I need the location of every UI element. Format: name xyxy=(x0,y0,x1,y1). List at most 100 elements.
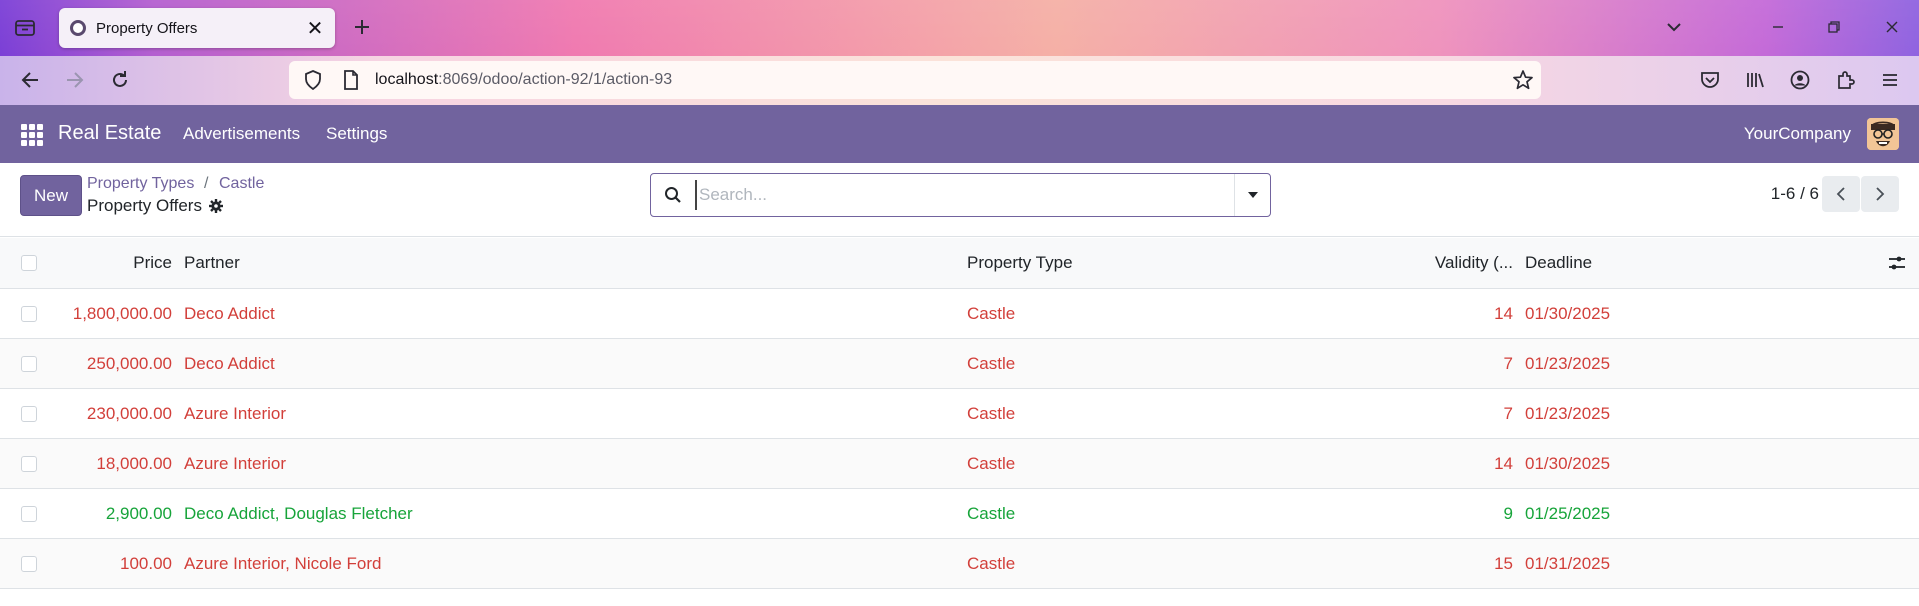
restore-icon[interactable] xyxy=(1818,12,1850,42)
column-header-deadline[interactable]: Deadline xyxy=(1525,238,1725,288)
pocket-icon[interactable] xyxy=(1695,65,1725,95)
url-bar[interactable]: localhost:8069/odoo/action-92/1/action-9… xyxy=(289,61,1541,99)
cell-partner: Azure Interior xyxy=(184,453,287,473)
cell-property-type: Castle xyxy=(967,403,1016,423)
new-button[interactable]: New xyxy=(20,175,82,216)
cell-property-type: Castle xyxy=(967,303,1016,323)
cell-deadline: 01/25/2025 xyxy=(1525,503,1611,523)
cell-property-type: Castle xyxy=(967,353,1016,373)
gear-icon[interactable] xyxy=(208,198,224,214)
cell-price: 18,000.00 xyxy=(96,453,172,473)
row-checkbox[interactable] xyxy=(21,439,37,488)
apps-grid-icon[interactable] xyxy=(21,124,43,146)
cell-validity: 14 xyxy=(1494,453,1513,473)
cell-partner: Deco Addict, Douglas Fletcher xyxy=(184,503,413,523)
row-checkbox[interactable] xyxy=(21,289,37,338)
search-input[interactable] xyxy=(695,180,1234,210)
cell-price: 250,000.00 xyxy=(86,353,172,373)
optional-columns-icon[interactable] xyxy=(1885,238,1909,288)
breadcrumb-current: Property Offers xyxy=(87,196,224,216)
cell-validity: 15 xyxy=(1494,553,1513,573)
search-box[interactable] xyxy=(650,173,1271,217)
cell-price: 100.00 xyxy=(120,553,172,573)
odoo-main-navbar: Real Estate Advertisements Settings Your… xyxy=(0,105,1919,163)
favicon-icon xyxy=(70,20,86,36)
chevron-right-icon[interactable] xyxy=(1861,176,1899,212)
breadcrumb-property-types[interactable]: Property Types xyxy=(87,175,194,193)
close-icon[interactable]: ✕ xyxy=(301,14,329,42)
extensions-icon[interactable] xyxy=(1830,65,1860,95)
cell-price: 230,000.00 xyxy=(86,403,172,423)
offers-list: Price Partner Property Type Validity (..… xyxy=(0,238,1919,589)
avatar[interactable] xyxy=(1867,118,1899,150)
cell-deadline: 01/31/2025 xyxy=(1525,553,1611,573)
star-icon[interactable] xyxy=(1511,68,1535,92)
cell-validity: 7 xyxy=(1503,353,1513,373)
row-checkbox[interactable] xyxy=(21,489,37,538)
cell-property-type: Castle xyxy=(967,553,1016,573)
url-text[interactable]: localhost:8069/odoo/action-92/1/action-9… xyxy=(375,71,672,89)
window-close-icon[interactable] xyxy=(1876,12,1908,42)
company-switcher[interactable]: YourCompany xyxy=(1744,124,1851,144)
table-row[interactable]: 2,900.00 Deco Addict, Douglas Fletcher Cas… xyxy=(0,489,1919,539)
cell-price: 2,900.00 xyxy=(105,503,172,523)
browser-navbar: localhost:8069/odoo/action-92/1/action-9… xyxy=(0,56,1919,105)
table-row[interactable]: 230,000.00 Azure Interior Castle 7 01/23/202… xyxy=(0,389,1919,439)
minimize-icon[interactable] xyxy=(1762,12,1794,42)
forward-icon[interactable] xyxy=(60,65,90,95)
pager-value[interactable]: 1-6 / 6 xyxy=(1771,184,1819,204)
row-checkbox[interactable] xyxy=(21,389,37,438)
cell-deadline: 01/23/2025 xyxy=(1525,403,1611,423)
cell-partner: Deco Addict xyxy=(184,303,275,323)
page-title: Property Offers xyxy=(87,196,202,215)
row-checkbox[interactable] xyxy=(21,539,37,588)
cell-partner: Azure Interior xyxy=(184,403,287,423)
app-brand[interactable]: Real Estate xyxy=(58,122,161,145)
chevron-left-icon[interactable] xyxy=(1822,176,1860,212)
cell-deadline: 01/23/2025 xyxy=(1525,353,1611,373)
cell-validity: 9 xyxy=(1503,503,1513,523)
breadcrumb-castle[interactable]: Castle xyxy=(219,175,264,193)
table-row[interactable]: 1,800,000.00 Deco Addict Castle 14 01/30/202… xyxy=(0,289,1919,339)
column-header-validity[interactable]: Validity (... xyxy=(1380,238,1513,288)
url-path: :8069/odoo/action-92/1/action-93 xyxy=(438,71,673,88)
cell-deadline: 01/30/2025 xyxy=(1525,453,1611,473)
cell-property-type: Castle xyxy=(967,453,1016,473)
cell-partner: Azure Interior, Nicole Ford xyxy=(184,553,382,573)
back-icon[interactable] xyxy=(15,65,45,95)
breadcrumb-separator: / xyxy=(204,175,209,192)
cell-validity: 14 xyxy=(1494,303,1513,323)
select-all-checkbox[interactable] xyxy=(21,238,37,288)
cell-deadline: 01/30/2025 xyxy=(1525,303,1611,323)
page-icon[interactable] xyxy=(339,68,363,92)
url-host: localhost xyxy=(375,71,439,88)
column-header-partner[interactable]: Partner xyxy=(184,238,944,288)
table-row[interactable]: 250,000.00 Deco Addict Castle 7 01/23/2025 xyxy=(0,339,1919,389)
table-row[interactable]: 100.00 Azure Interior, Nicole Ford Castle 1… xyxy=(0,539,1919,589)
table-header: Price Partner Property Type Validity (..… xyxy=(0,238,1919,289)
chevron-down-icon[interactable] xyxy=(1658,12,1690,42)
menu-icon[interactable] xyxy=(1875,65,1905,95)
menu-settings[interactable]: Settings xyxy=(326,124,387,144)
tab-list-icon[interactable] xyxy=(12,14,38,40)
control-panel: New Property Types / Castle Property Off… xyxy=(0,163,1919,237)
cell-validity: 7 xyxy=(1503,403,1513,423)
shield-icon[interactable] xyxy=(301,68,325,92)
plus-icon[interactable] xyxy=(349,14,375,40)
browser-tabbar: Property Offers ✕ xyxy=(0,0,1919,56)
cell-property-type: Castle xyxy=(967,503,1016,523)
library-icon[interactable] xyxy=(1740,65,1770,95)
column-header-property-type[interactable]: Property Type xyxy=(967,238,1267,288)
table-row[interactable]: 18,000.00 Azure Interior Castle 14 01/30/202… xyxy=(0,439,1919,489)
table-body: 1,800,000.00 Deco Addict Castle 14 01/30/202… xyxy=(0,289,1919,589)
account-icon[interactable] xyxy=(1785,65,1815,95)
reload-icon[interactable] xyxy=(105,65,135,95)
column-header-price[interactable]: Price xyxy=(40,238,172,288)
menu-advertisements[interactable]: Advertisements xyxy=(183,124,300,144)
search-icon xyxy=(651,174,695,216)
browser-tab-active[interactable]: Property Offers ✕ xyxy=(59,8,335,48)
row-checkbox[interactable] xyxy=(21,339,37,388)
cell-price: 1,800,000.00 xyxy=(72,303,172,323)
tab-title: Property Offers xyxy=(96,19,198,37)
caret-down-icon[interactable] xyxy=(1234,174,1270,216)
